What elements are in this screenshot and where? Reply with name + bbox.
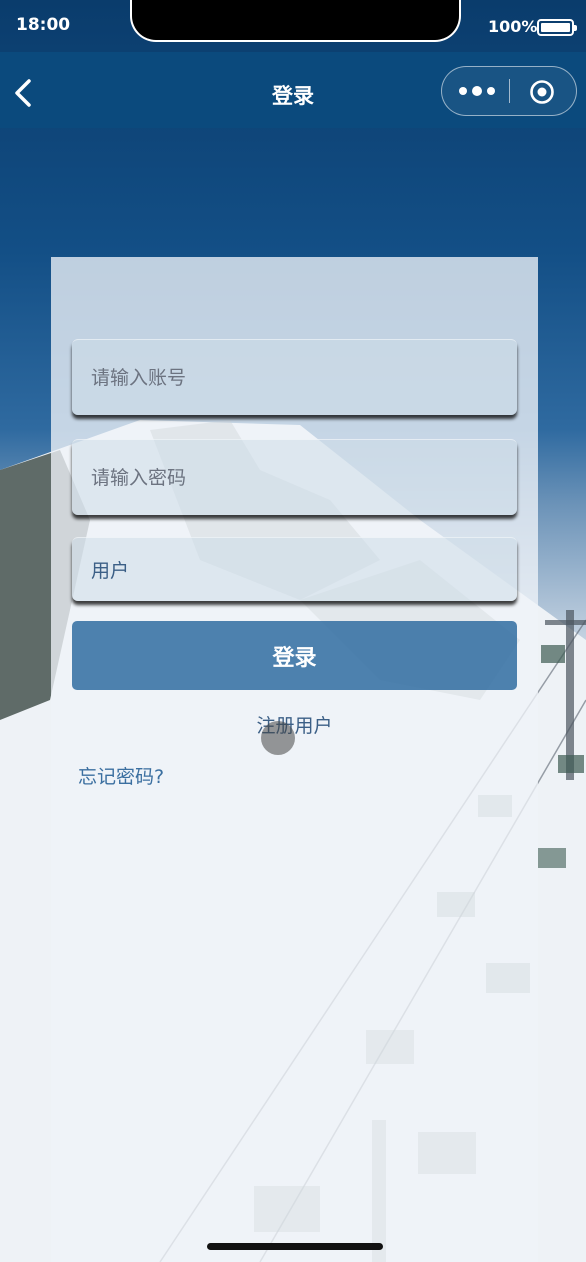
battery-percentage: 100%: [488, 17, 538, 36]
user-type-selector[interactable]: 用户: [72, 537, 517, 601]
mini-program-capsule: [441, 66, 577, 116]
password-field: [72, 439, 517, 515]
home-indicator: [207, 1243, 383, 1250]
login-button[interactable]: 登录: [72, 621, 517, 690]
status-time: 18:00: [16, 15, 71, 35]
touch-indicator: [261, 721, 295, 755]
battery-icon: [537, 19, 577, 36]
user-type-value: 用户: [91, 560, 130, 582]
account-input[interactable]: [72, 340, 517, 415]
navigation-bar: 登录: [0, 52, 586, 128]
status-bar: 18:00 100%: [0, 0, 586, 52]
more-options-icon[interactable]: [458, 85, 496, 97]
account-field: [72, 339, 517, 415]
capsule-divider: [509, 79, 510, 103]
login-panel: 用户 登录 注册用户 忘记密码?: [51, 257, 538, 1262]
close-mini-program-icon[interactable]: [529, 79, 555, 105]
password-input[interactable]: [72, 440, 517, 515]
forgot-password-link[interactable]: 忘记密码?: [78, 762, 164, 789]
device-notch: [130, 0, 461, 42]
